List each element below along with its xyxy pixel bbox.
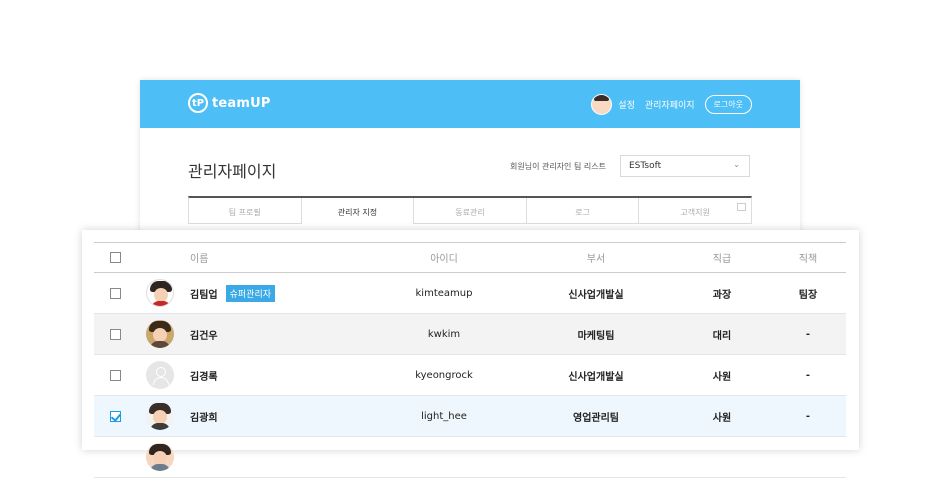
row-checkbox[interactable] xyxy=(110,369,121,381)
super-admin-badge: 슈퍼관리자 xyxy=(225,284,276,302)
member-id: kimteamup xyxy=(415,287,473,299)
page-title: 관리자페이지 xyxy=(188,162,277,181)
member-name: 김건우 xyxy=(190,330,218,342)
logo-text: teamUP xyxy=(212,95,271,111)
member-table: 이름 아이디 부서 직급 직책 김팀업 슈퍼관리자 kimteamup 신사업개… xyxy=(94,242,846,478)
member-duty: - xyxy=(805,410,811,422)
tab-colleague-management[interactable]: 동료관리 xyxy=(414,198,527,224)
avatar xyxy=(146,443,174,471)
member-duty: - xyxy=(805,328,811,340)
tab-customer-support[interactable]: 고객지원 xyxy=(639,198,751,224)
table-row[interactable]: 김팀업 슈퍼관리자 kimteamup 신사업개발실 과장 팀장 xyxy=(94,273,846,314)
header-rank: 직급 xyxy=(712,254,732,265)
table-row[interactable]: 김경록 kyeongrock 신사업개발실 사원 - xyxy=(94,355,846,396)
table-header: 이름 아이디 부서 직급 직책 xyxy=(94,242,846,273)
header-name: 이름 xyxy=(190,254,209,265)
member-duty: - xyxy=(805,369,811,381)
member-id: kyeongrock xyxy=(415,369,473,381)
header-id: 아이디 xyxy=(430,254,458,265)
table-row[interactable] xyxy=(94,437,846,478)
logo-mark-icon: tP xyxy=(188,93,208,113)
select-all-checkbox[interactable] xyxy=(110,252,121,263)
admin-tabs: 팀 프로필 관리자 지정 동료관리 로그 고객지원 xyxy=(188,196,752,224)
row-checkbox[interactable] xyxy=(110,328,121,340)
member-name: 김팀업 xyxy=(190,289,218,301)
member-name: 김경록 xyxy=(190,371,218,383)
tab-corner-icon xyxy=(736,203,746,211)
top-right-menu: 설정 관리자페이지 로그아웃 xyxy=(591,94,752,115)
member-id: kwkim xyxy=(427,328,461,340)
teamup-logo[interactable]: tP teamUP xyxy=(188,93,271,113)
member-rank: 과장 xyxy=(712,289,732,301)
tab-assign-admin[interactable]: 관리자 지정 xyxy=(302,198,415,224)
member-rank: 사원 xyxy=(712,412,732,424)
team-select-value: ESTsoft xyxy=(629,161,662,171)
team-list-label: 회원님이 관리자인 팀 리스트 xyxy=(510,162,606,171)
member-name: 김광희 xyxy=(190,412,218,424)
member-duty: 팀장 xyxy=(798,289,818,301)
row-checkbox[interactable] xyxy=(110,287,121,299)
tab-team-profile[interactable]: 팀 프로필 xyxy=(189,198,302,224)
settings-link[interactable]: 설정 xyxy=(618,98,635,111)
table-row[interactable]: 김광희 light_hee 영업관리팀 사원 - xyxy=(94,396,846,437)
header-dept: 부서 xyxy=(586,254,606,265)
member-rank: 사원 xyxy=(712,371,732,383)
member-dept: 마케팅팀 xyxy=(577,330,615,342)
table-row[interactable]: 김건우 kwkim 마케팅팀 대리 - xyxy=(94,314,846,355)
member-id: light_hee xyxy=(421,410,467,422)
default-avatar-icon xyxy=(146,361,174,389)
header-duty: 직책 xyxy=(798,254,818,265)
member-dept: 신사업개발실 xyxy=(568,289,624,301)
admin-table-card: 이름 아이디 부서 직급 직책 김팀업 슈퍼관리자 kimteamup 신사업개… xyxy=(82,230,859,478)
tab-log[interactable]: 로그 xyxy=(526,198,640,224)
member-dept: 영업관리팀 xyxy=(573,412,619,424)
avatar xyxy=(146,279,174,307)
row-checkbox-checked[interactable] xyxy=(110,410,121,422)
tab-customer-support-label: 고객지원 xyxy=(680,208,710,217)
user-avatar[interactable] xyxy=(591,94,613,115)
admin-page-link[interactable]: 관리자페이지 xyxy=(645,98,695,111)
avatar xyxy=(146,402,174,430)
top-bar: tP teamUP 설정 관리자페이지 로그아웃 xyxy=(140,80,800,128)
member-dept: 신사업개발실 xyxy=(568,371,624,383)
chevron-down-icon: ⌄ xyxy=(733,160,740,169)
logout-button[interactable]: 로그아웃 xyxy=(704,95,752,114)
team-select[interactable]: ESTsoft ⌄ xyxy=(620,155,750,177)
avatar xyxy=(146,320,174,348)
member-rank: 대리 xyxy=(712,330,732,342)
